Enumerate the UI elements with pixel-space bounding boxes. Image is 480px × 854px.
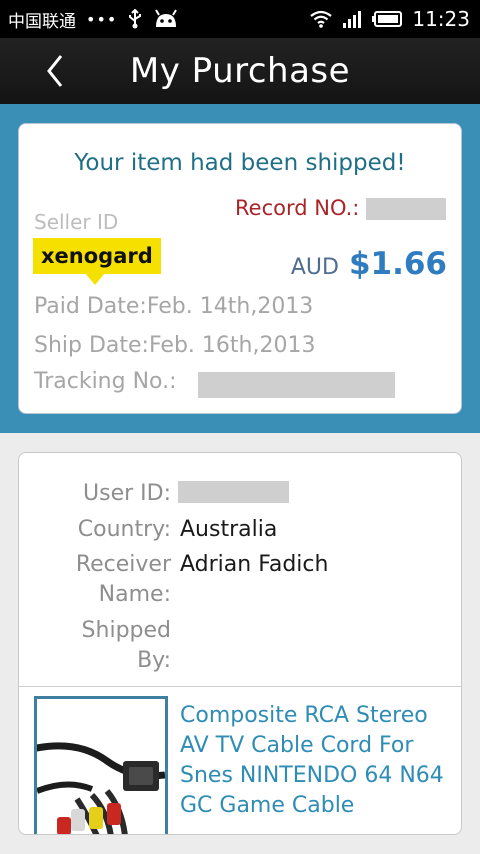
receiver-name-label-line1: Receiver xyxy=(75,552,171,577)
signal-icon xyxy=(342,10,362,28)
paid-date: Paid Date:Feb. 14th,2013 xyxy=(34,294,314,319)
tracking-label: Tracking No.: xyxy=(34,369,177,394)
seller-tag-pointer xyxy=(85,273,105,285)
ship-date: Ship Date:Feb. 16th,2013 xyxy=(34,333,316,358)
country-label: Country: xyxy=(77,517,171,542)
tracking-number-redacted xyxy=(198,372,395,398)
record-number-label: Record NO.: xyxy=(235,196,360,220)
status-bar-right: 11:23 xyxy=(310,7,470,31)
usb-icon xyxy=(127,9,143,29)
country-value: Australia xyxy=(180,517,278,542)
status-bar-left: 中国联通 ••• xyxy=(8,7,179,32)
page-title: My Purchase xyxy=(129,51,351,91)
shipment-section: Your item had been shipped! Seller ID xe… xyxy=(0,104,480,433)
price-value: $1.66 xyxy=(348,246,447,282)
product-title-link[interactable]: Composite RCA Stereo AV TV Cable Cord Fo… xyxy=(180,701,452,821)
av-cable-image xyxy=(37,742,165,834)
product-thumbnail[interactable] xyxy=(34,696,168,834)
price-block: AUD $1.66 xyxy=(291,246,447,282)
shipped-by-label-line1: Shipped xyxy=(81,618,171,643)
record-number-redacted xyxy=(366,198,446,220)
shipped-by-label-line2: By: xyxy=(137,648,171,673)
android-icon xyxy=(153,9,179,29)
receiver-card: User ID: Country: Australia Receiver Nam… xyxy=(18,452,462,835)
receiver-name-label-line2: Name: xyxy=(98,582,171,607)
battery-icon xyxy=(372,11,403,27)
seller-id-tag[interactable]: xenogard xyxy=(33,238,161,274)
wifi-icon xyxy=(310,10,333,28)
notification-dots: ••• xyxy=(86,9,118,29)
carrier-name: 中国联通 xyxy=(8,11,76,32)
user-id-redacted xyxy=(178,481,289,503)
shipped-message: Your item had been shipped! xyxy=(74,150,406,176)
shipment-card: Your item had been shipped! Seller ID xe… xyxy=(18,123,462,414)
card-divider xyxy=(19,686,461,687)
receiver-name-value: Adrian Fadich xyxy=(180,552,329,577)
status-time: 11:23 xyxy=(412,7,470,31)
user-id-label: User ID: xyxy=(83,481,171,506)
app-header: My Purchase xyxy=(0,38,480,104)
currency-label: AUD xyxy=(290,255,339,280)
status-bar: 中国联通 ••• 11:23 xyxy=(0,0,480,38)
seller-id-label: Seller ID xyxy=(34,210,119,234)
